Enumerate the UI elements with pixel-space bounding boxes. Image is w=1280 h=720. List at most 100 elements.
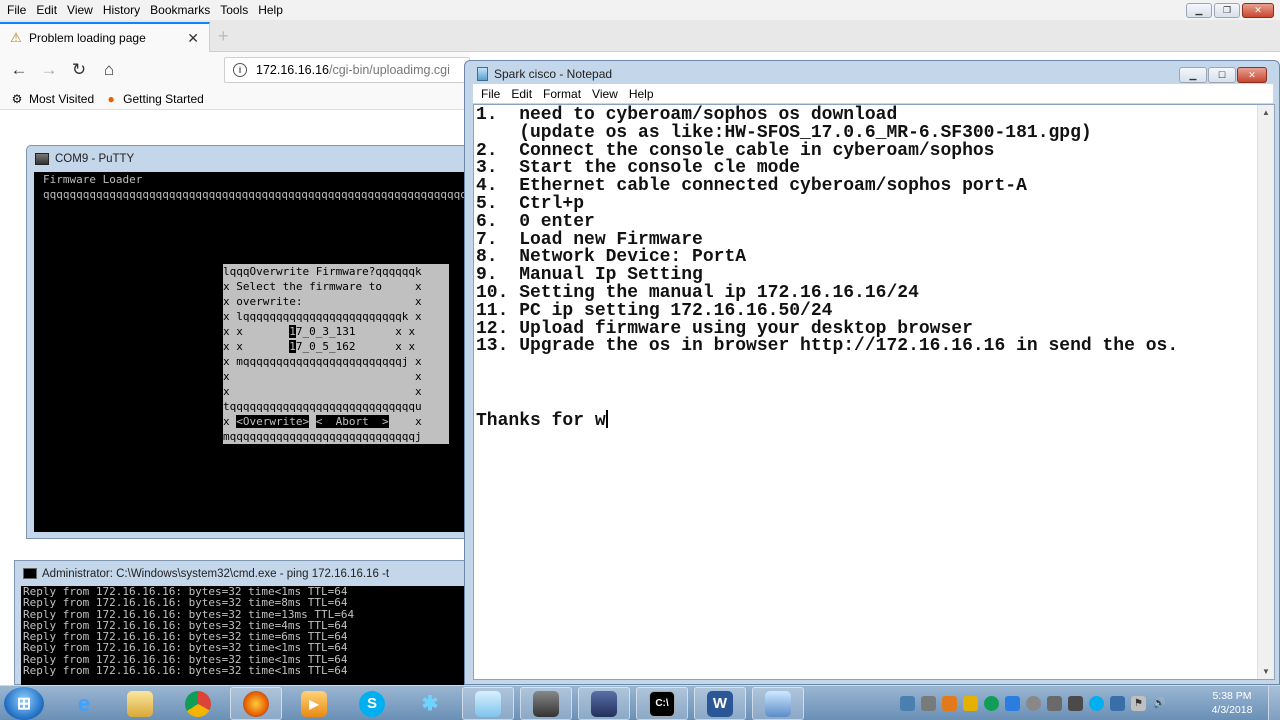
taskbar-chrome[interactable] <box>172 687 224 720</box>
firmware-name: 7_0_5_162 x x <box>295 340 416 353</box>
terminal-header: Firmware Loader <box>43 173 143 186</box>
show-desktop-button[interactable] <box>1268 686 1280 720</box>
tray-app-icon[interactable] <box>1005 696 1020 711</box>
minimize-button[interactable]: ▁ <box>1186 3 1212 18</box>
taskbar-media[interactable]: ▶ <box>288 687 340 720</box>
notepad-text-area[interactable]: 1. need to cyberoam/sophos os download (… <box>473 104 1275 680</box>
new-tab-icon[interactable]: + <box>218 26 229 47</box>
tray-app-icon[interactable] <box>921 696 936 711</box>
menu-file[interactable]: File <box>481 87 500 101</box>
network-icon <box>765 690 791 717</box>
url-path: /cgi-bin/uploadimg.cgi <box>329 63 450 77</box>
floppy-icon <box>591 690 617 717</box>
play-icon: ▶ <box>301 690 327 717</box>
overwrite-button[interactable]: <Overwrite> <box>236 415 310 428</box>
abort-button[interactable]: < Abort > <box>315 415 389 428</box>
info-icon[interactable]: i <box>233 63 247 77</box>
firefox-menubar: File Edit View History Bookmarks Tools H… <box>0 0 1280 20</box>
close-window-button[interactable]: ✕ <box>1242 3 1274 18</box>
menu-history[interactable]: History <box>103 3 140 17</box>
clock-date: 4/3/2018 <box>1211 704 1253 716</box>
ping-reply-line: Reply from 172.16.16.16: bytes=32 time<1… <box>23 664 348 678</box>
notepad-menubar: File Edit Format View Help <box>473 84 1273 103</box>
putty-titlebar[interactable]: COM9 - PuTTY <box>27 146 469 172</box>
url-bar[interactable]: i 172.16.16.16/cgi-bin/uploadimg.cgi <box>224 57 470 83</box>
bookmark-getting-started[interactable]: ● Getting Started <box>104 92 204 106</box>
flag-icon[interactable]: ⚑ <box>1131 696 1146 711</box>
taskbar-network[interactable] <box>752 687 804 720</box>
cmd-icon: C:\ <box>649 690 675 717</box>
tray-app-icon[interactable] <box>1068 696 1083 711</box>
forward-icon[interactable]: → <box>38 59 60 81</box>
back-icon[interactable]: ← <box>8 59 30 81</box>
menu-view[interactable]: View <box>67 3 93 17</box>
tray-network-icon[interactable] <box>900 696 915 711</box>
taskbar-cmd[interactable]: C:\ <box>636 687 688 720</box>
scroll-up-icon[interactable]: ▲ <box>1262 108 1270 117</box>
putty-window: COM9 - PuTTY Firmware Loader qqqqqqqqqqq… <box>26 145 471 539</box>
notepad-window-controls: ▁ ☐ ✕ <box>1179 67 1267 83</box>
firefox-window-controls: ▁ ❐ ✕ <box>1186 3 1274 18</box>
taskbar-app[interactable]: ✱ <box>404 687 456 720</box>
tab-title: Problem loading page <box>29 31 146 45</box>
menu-view[interactable]: View <box>592 87 618 101</box>
text-line <box>476 392 1178 410</box>
browser-tab[interactable]: ⚠ Problem loading page ✕ <box>0 22 210 52</box>
menu-tools[interactable]: Tools <box>220 3 248 17</box>
firefox-icon: ● <box>107 91 115 106</box>
text-line: 11. PC ip setting 172.16.16.50/24 <box>476 300 833 321</box>
minimize-button[interactable]: ▁ <box>1179 67 1207 83</box>
scroll-down-icon[interactable]: ▼ <box>1262 667 1270 676</box>
taskbar-skype[interactable]: S <box>346 687 398 720</box>
taskbar-firefox[interactable] <box>230 687 282 720</box>
system-clock[interactable]: 5:38 PM 4/3/2018 <box>1200 689 1264 717</box>
tray-app-icon[interactable] <box>1026 696 1041 711</box>
volume-icon[interactable]: 🔊 <box>1152 696 1167 711</box>
menu-edit[interactable]: Edit <box>36 3 57 17</box>
home-icon[interactable]: ⌂ <box>98 59 120 81</box>
tray-app-icon[interactable] <box>1047 696 1062 711</box>
menu-edit[interactable]: Edit <box>511 87 532 101</box>
tray-app-icon[interactable] <box>942 696 957 711</box>
putty-icon <box>35 153 49 165</box>
notepad-title: Spark cisco - Notepad <box>494 67 613 81</box>
menu-help[interactable]: Help <box>258 3 283 17</box>
tab-close-icon[interactable]: ✕ <box>187 30 199 47</box>
menu-format[interactable]: Format <box>543 87 581 101</box>
typed-text: Thanks for w <box>476 410 606 431</box>
snowflake-icon: ✱ <box>421 693 439 715</box>
start-button[interactable]: ⊞ <box>4 687 44 720</box>
tray-skype-icon[interactable] <box>1089 696 1104 711</box>
tray-network-icon[interactable] <box>1110 696 1125 711</box>
firmware-option[interactable]: x x 17_0_3_131 x x <box>223 324 415 339</box>
cmd-titlebar[interactable]: Administrator: C:\Windows\system32\cmd.e… <box>15 561 469 586</box>
warning-icon: ⚠ <box>10 30 22 45</box>
tray-chrome-icon[interactable] <box>984 696 999 711</box>
button-gap <box>309 415 316 428</box>
reload-icon[interactable]: ↻ <box>68 59 90 81</box>
menu-bookmarks[interactable]: Bookmarks <box>150 3 210 17</box>
taskbar-ie[interactable]: e <box>58 687 110 720</box>
close-window-button[interactable]: ✕ <box>1237 67 1267 83</box>
bookmark-most-visited[interactable]: ⚙ Most Visited <box>10 92 95 106</box>
border-chars: x x <box>223 325 290 338</box>
taskbar-word[interactable]: W <box>694 687 746 720</box>
cmd-window: Administrator: C:\Windows\system32\cmd.e… <box>14 560 471 686</box>
ping-reply-line: Reply from 172.16.16.16: bytes=32 time=8… <box>23 596 348 610</box>
menu-file[interactable]: File <box>7 3 26 17</box>
cmd-console[interactable]: Reply from 172.16.16.16: bytes=32 time<1… <box>21 586 471 686</box>
taskbar-tftp[interactable] <box>578 687 630 720</box>
dialog-blank-line: x x <box>223 370 422 383</box>
taskbar-explorer[interactable] <box>114 687 166 720</box>
putty-title: COM9 - PuTTY <box>55 153 135 165</box>
tray-app-icon[interactable] <box>963 696 978 711</box>
url-text: 172.16.16.16/cgi-bin/uploadimg.cgi <box>256 63 450 77</box>
putty-terminal[interactable]: Firmware Loader qqqqqqqqqqqqqqqqqqqqqqqq… <box>34 172 471 532</box>
vertical-scrollbar[interactable]: ▲ ▼ <box>1257 105 1274 679</box>
taskbar-notepad[interactable] <box>462 687 514 720</box>
maximize-button[interactable]: ☐ <box>1208 67 1236 83</box>
firmware-option[interactable]: x x 17_0_5_162 x x <box>223 339 415 354</box>
menu-help[interactable]: Help <box>629 87 654 101</box>
taskbar-putty[interactable] <box>520 687 572 720</box>
restore-button[interactable]: ❐ <box>1214 3 1240 18</box>
